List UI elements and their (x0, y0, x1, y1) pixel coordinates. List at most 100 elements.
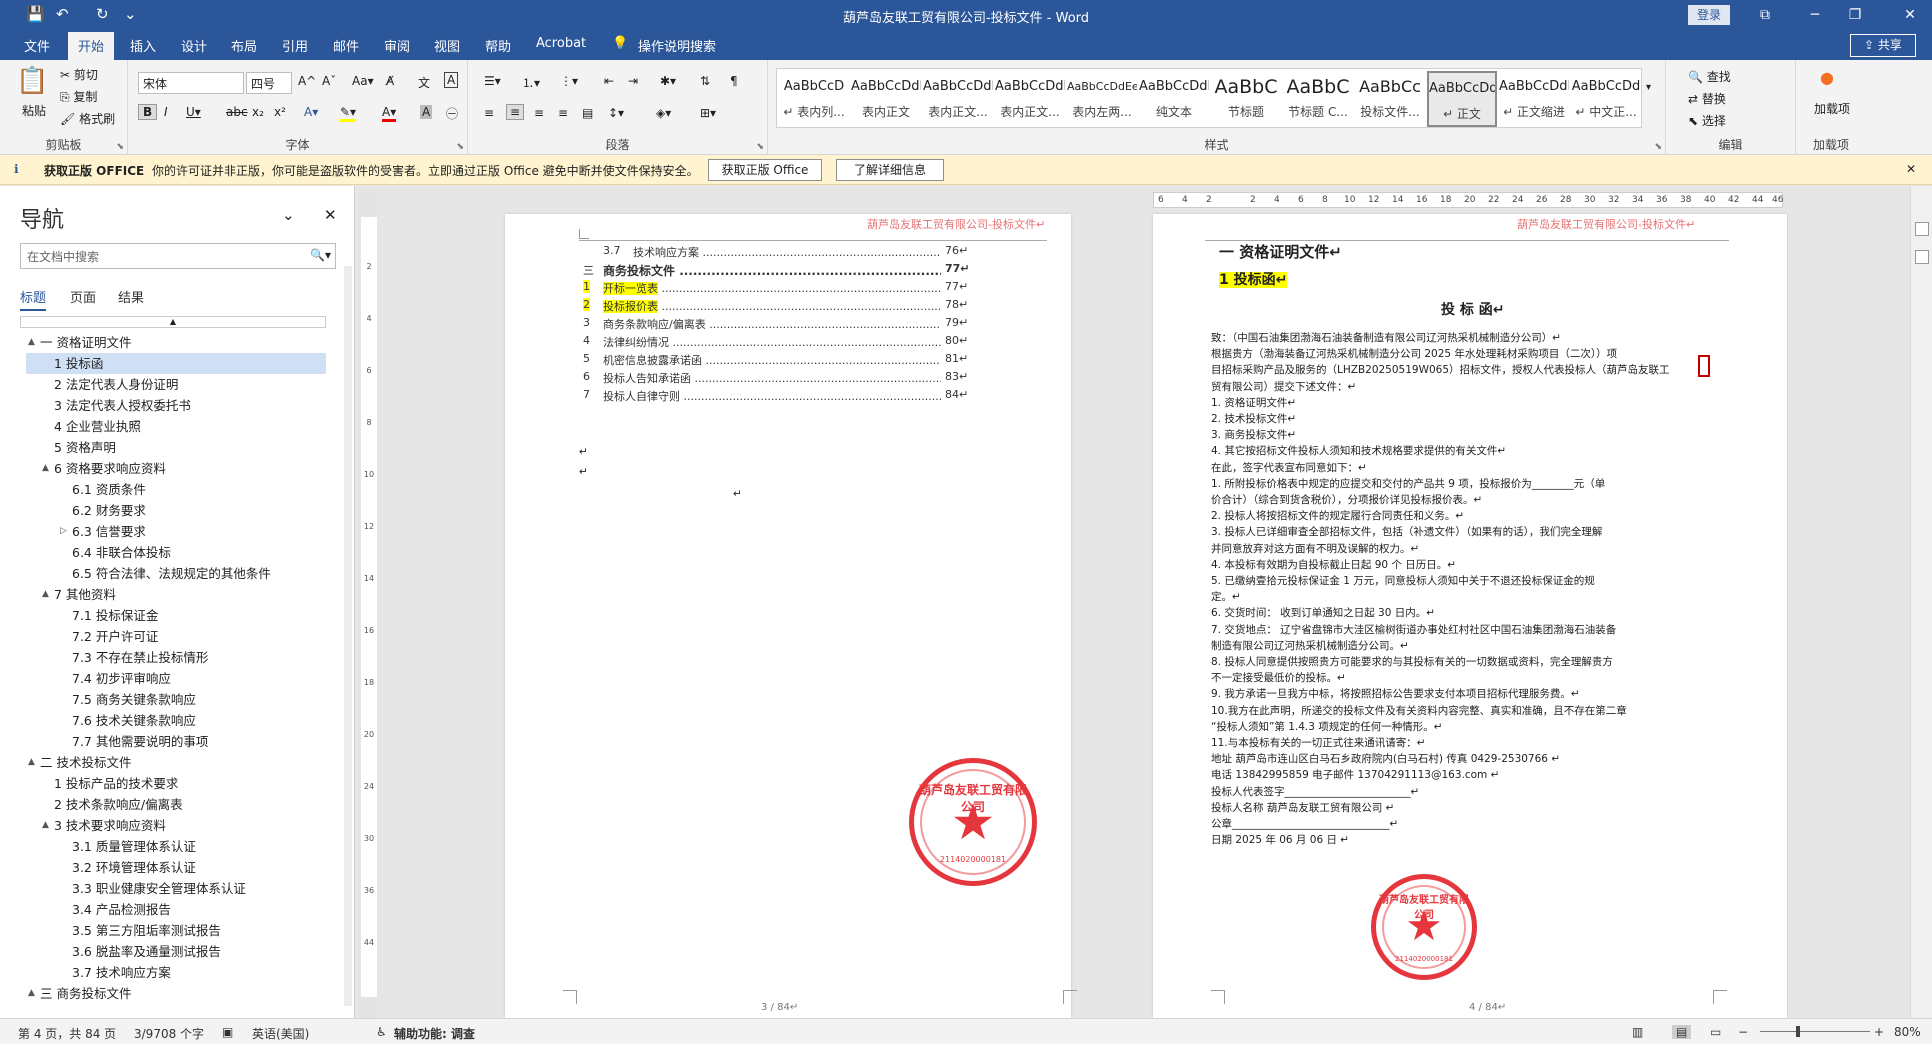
chinese-layout-icon[interactable]: ✱▾ (660, 74, 676, 88)
collapse-arrow-icon[interactable]: ▲ (42, 815, 49, 836)
style-item[interactable]: AaBbCcDdEe 表内左两... (1067, 71, 1137, 127)
zoom-out-icon[interactable]: − (1738, 1025, 1748, 1039)
bullets-icon[interactable]: ☰▾ (484, 74, 501, 88)
select-button[interactable]: ⬉ 选择 (1688, 112, 1726, 129)
style-item[interactable]: AaBbC 节标题 (1211, 71, 1281, 127)
nav-heading-item[interactable]: 6.5 符合法律、法规规定的其他条件 (26, 563, 326, 584)
nav-heading-item[interactable]: 6.2 财务要求 (26, 500, 326, 521)
nav-heading-item[interactable]: 3.7 技术响应方案 (26, 962, 326, 983)
clear-format-icon[interactable]: A̸ (386, 74, 394, 88)
char-shading-icon[interactable]: A (420, 105, 433, 119)
tab-design[interactable]: 设计 (181, 36, 207, 55)
nav-heading-item[interactable]: 7.4 初步评审响应 (26, 668, 326, 689)
toc-entry-link[interactable]: 投标人自律守则 (603, 390, 680, 403)
bold-icon[interactable]: B (138, 104, 158, 120)
read-mode-icon[interactable]: ▥ (1632, 1025, 1643, 1039)
font-size-combo[interactable]: 四号 (246, 72, 292, 94)
share-button[interactable]: ⇪ 共享 (1850, 34, 1916, 57)
search-icon[interactable]: 🔍▾ (310, 248, 331, 262)
nav-heading-item[interactable]: ▲ 二 技术投标文件 (26, 752, 326, 773)
scroll-up-button[interactable] (1915, 222, 1929, 236)
font-name-combo[interactable]: 宋体 (138, 72, 244, 94)
nav-heading-item[interactable]: 7.7 其他需要说明的事项 (26, 731, 326, 752)
word-count[interactable]: 3/9708 个字 (134, 1025, 204, 1042)
styles-launcher-icon[interactable]: ⬊ (1654, 142, 1662, 152)
minimize-button[interactable]: ─ (1800, 3, 1830, 27)
nav-heading-item[interactable]: 2 法定代表人身份证明 (26, 374, 326, 395)
increase-indent-icon[interactable]: ⇥ (628, 74, 638, 88)
collapse-arrow-icon[interactable]: ▲ (28, 332, 35, 353)
paragraph-launcher-icon[interactable]: ⬊ (756, 142, 764, 152)
collapse-arrow-icon[interactable]: ▲ (42, 458, 49, 479)
grow-font-icon[interactable]: A^ (298, 74, 316, 88)
clipboard-launcher-icon[interactable]: ⬊ (116, 142, 124, 152)
tab-insert[interactable]: 插入 (130, 36, 156, 55)
nav-heading-item[interactable]: 3.1 质量管理体系认证 (26, 836, 326, 857)
nav-heading-item[interactable]: 6.1 资质条件 (26, 479, 326, 500)
styles-more-icon[interactable]: ▾ (1646, 82, 1651, 93)
style-item[interactable]: AaBbCc 投标文件... (1355, 71, 1425, 127)
nav-heading-item[interactable]: 7.5 商务关键条款响应 (26, 689, 326, 710)
align-right-icon[interactable]: ≡ (534, 106, 544, 120)
nav-heading-item[interactable]: 7.2 开户许可证 (26, 626, 326, 647)
print-layout-icon[interactable]: ▤ (1672, 1025, 1692, 1039)
nav-heading-item[interactable]: ▲ 一 资格证明文件 (26, 332, 326, 353)
tell-me-search[interactable]: 操作说明搜索 (638, 36, 716, 55)
shading-icon[interactable]: ◈▾ (656, 106, 671, 120)
web-layout-icon[interactable]: ▭ (1710, 1025, 1721, 1039)
close-button[interactable]: ✕ (1895, 3, 1925, 27)
change-case-icon[interactable]: Aa▾ (352, 74, 374, 88)
expand-arrow-icon[interactable]: ▷ (60, 521, 67, 542)
style-item[interactable]: AaBbCcDdI 表内正文... (923, 71, 993, 127)
tab-help[interactable]: 帮助 (485, 36, 511, 55)
nav-heading-item[interactable]: 3.2 环境管理体系认证 (26, 857, 326, 878)
nav-tab-results[interactable]: 结果 (118, 287, 144, 306)
nav-options-icon[interactable]: ⌄ (282, 206, 295, 224)
replace-button[interactable]: ⇄ 替换 (1688, 90, 1726, 107)
style-item-selected[interactable]: AaBbCcDdI ↵ 正文 (1427, 71, 1497, 127)
nav-tab-headings[interactable]: 标题 (20, 287, 47, 311)
zoom-slider[interactable] (1760, 1031, 1870, 1032)
tab-acrobat[interactable]: Acrobat (536, 36, 586, 51)
style-item[interactable]: AaBbCcDdI 纯文本 (1139, 71, 1209, 127)
multilevel-list-icon[interactable]: ⋮▾ (560, 74, 578, 88)
zoom-in-icon[interactable]: + (1874, 1025, 1884, 1039)
tab-file[interactable]: 文件 (24, 36, 50, 55)
nav-heading-item[interactable]: 5 资格声明 (26, 437, 326, 458)
tab-home[interactable]: 开始 (68, 32, 115, 60)
toc-entry-link[interactable]: 商务投标文件 (603, 264, 675, 278)
style-item[interactable]: AaBbCcD ↵ 表内列... (779, 71, 849, 127)
nav-heading-item[interactable]: 1 投标产品的技术要求 (26, 773, 326, 794)
char-border-icon[interactable]: A (444, 72, 459, 88)
nav-search-input[interactable]: 在文档中搜索 (20, 243, 336, 269)
nav-heading-item[interactable]: ▲ 7 其他资料 (26, 584, 326, 605)
tab-references[interactable]: 引用 (282, 36, 308, 55)
text-effects-icon[interactable]: A▾ (304, 105, 318, 119)
nav-heading-item[interactable]: ▷ 6.3 信誉要求 (26, 521, 326, 542)
justify-icon[interactable]: ≡ (558, 106, 568, 120)
align-left-icon[interactable]: ≡ (484, 106, 494, 120)
style-item[interactable]: AaBbCcDdI 表内正文 (851, 71, 921, 127)
style-item[interactable]: AaBbCcDdI ↵ 正文缩进 (1499, 71, 1569, 127)
style-item[interactable]: AaBbCcDd ↵ 中文正... (1571, 71, 1641, 127)
scroll-thumb[interactable] (1915, 250, 1929, 264)
language-status[interactable]: 英语(美国) (252, 1025, 309, 1042)
nav-heading-item[interactable]: 4 企业营业执照 (26, 416, 326, 437)
font-launcher-icon[interactable]: ⬊ (456, 142, 464, 152)
phonetic-guide-icon[interactable]: 文 (418, 74, 430, 91)
nav-heading-item[interactable]: ▲ 6 资格要求响应资料 (26, 458, 326, 479)
addins-icon[interactable]: ● (1820, 68, 1834, 87)
ribbon-display-icon[interactable]: ⧉ (1750, 3, 1780, 27)
nav-tab-pages[interactable]: 页面 (70, 287, 96, 306)
nav-heading-item[interactable]: 6.4 非联合体投标 (26, 542, 326, 563)
format-painter-button[interactable]: 🖌 格式刷 (60, 110, 115, 127)
toc-entry-link[interactable]: 法律纠纷情况 (603, 336, 669, 349)
style-item[interactable]: AaBbCcDdI 表内正文... (995, 71, 1065, 127)
font-color-icon[interactable]: A▾ (382, 105, 397, 122)
tab-layout[interactable]: 布局 (231, 36, 257, 55)
style-item[interactable]: AaBbC 节标题 C... (1283, 71, 1353, 127)
cut-button[interactable]: ✂ 剪切 (60, 66, 98, 83)
toc-entry-link[interactable]: 机密信息披露承诺函 (603, 354, 702, 367)
collapse-arrow-icon[interactable]: ▲ (42, 584, 49, 605)
show-marks-icon[interactable]: ¶ (730, 74, 738, 88)
